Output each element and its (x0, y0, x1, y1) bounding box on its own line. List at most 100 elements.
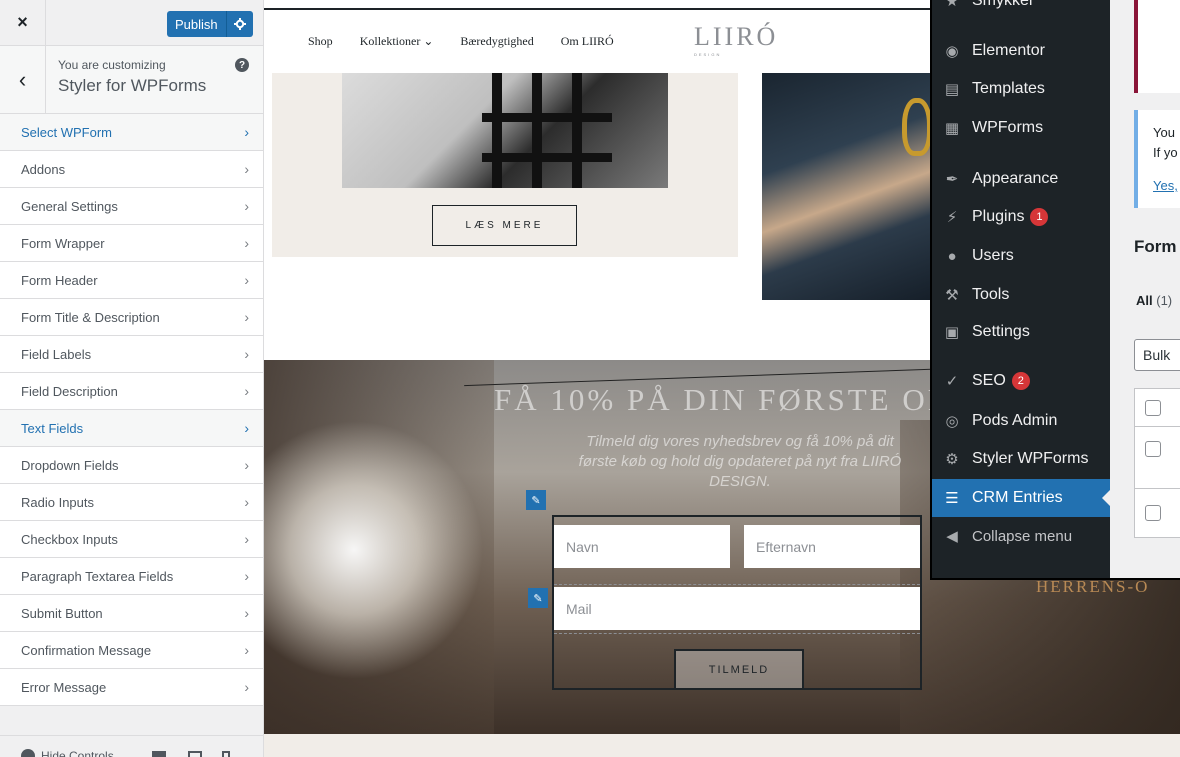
customizer-section-item[interactable]: Radio Inputs › (0, 484, 263, 521)
wrench-icon: ⚒ (945, 287, 959, 304)
hide-controls-icon[interactable] (21, 749, 35, 757)
wp-menu-label: Tools (972, 286, 1010, 303)
customizer-section-item[interactable]: Error Message › (0, 669, 263, 706)
customizer-section-label: Field Labels (21, 346, 92, 362)
nav-link[interactable]: Kollektioner ⌄ (360, 34, 434, 49)
customizer-header: × Publish (0, 0, 263, 46)
mobile-preview-icon[interactable] (221, 751, 230, 757)
wp-menu-item[interactable]: ☰ CRM Entries (932, 479, 1110, 517)
help-icon[interactable]: ? (235, 58, 249, 72)
customizer-section-item[interactable]: Form Title & Description › (0, 299, 263, 336)
wp-menu-item[interactable]: ▦ WPForms (932, 109, 1110, 147)
customizer-section-item[interactable]: Addons › (0, 151, 263, 188)
forms-heading: Form (1134, 237, 1177, 256)
customizer-section-item[interactable]: Dropdown Fields › (0, 447, 263, 484)
customizer-section-label: Form Header (21, 272, 98, 288)
chevron-right-icon: › (244, 124, 249, 140)
desktop-preview-icon[interactable] (151, 751, 166, 757)
bulk-actions-select[interactable]: Bulk (1134, 339, 1180, 371)
first-name-input[interactable]: Navn (554, 525, 730, 568)
select-all-checkbox[interactable] (1145, 400, 1161, 416)
all-filter-label: All (1136, 293, 1153, 308)
email-input[interactable]: Mail (554, 587, 920, 630)
chevron-right-icon: › (244, 642, 249, 658)
wp-menu-label: Settings (972, 323, 1030, 340)
folder-icon: ▤ (944, 81, 960, 98)
wp-menu-item[interactable]: ⚙ Styler WPForms (932, 440, 1110, 478)
promo-photo (342, 73, 668, 188)
row-checkbox[interactable] (1145, 441, 1161, 457)
paintbrush-icon: ✒ (945, 171, 959, 188)
wp-menu-item[interactable]: ▣ Settings (932, 313, 1110, 351)
edit-pencil-icon[interactable]: ✎ (528, 588, 548, 608)
publish-settings-gear-icon[interactable] (226, 11, 253, 37)
nav-link[interactable]: Om LIIRÓ (561, 34, 614, 49)
customizer-section-item[interactable]: Submit Button › (0, 595, 263, 632)
tablet-preview-icon[interactable] (187, 751, 202, 757)
current-item-arrow (1102, 490, 1110, 506)
customizer-section-item[interactable]: Form Header › (0, 262, 263, 299)
wp-menu-label: Users (972, 247, 1014, 264)
chevron-right-icon: › (244, 272, 249, 288)
chevron-right-icon: › (244, 420, 249, 436)
info-notice: You If yo Yes, (1134, 110, 1180, 208)
panel-title: Styler for WPForms (58, 76, 207, 95)
wp-menu-item[interactable]: ✓ SEO 2 (932, 362, 1110, 400)
publish-button[interactable]: Publish (167, 11, 227, 37)
hide-controls-button[interactable]: Hide Controls (41, 749, 114, 757)
field-divider (554, 584, 920, 585)
wp-menu-label: Styler WPForms (972, 450, 1089, 467)
settings-icon: ▣ (944, 324, 960, 341)
notice-yes-link[interactable]: Yes, (1153, 178, 1178, 193)
read-more-button[interactable]: LÆS MERE (432, 205, 577, 246)
photo-bar (532, 73, 542, 188)
wp-menu-item[interactable]: ⚒ Tools (932, 276, 1110, 314)
footer-checkbox[interactable] (1145, 505, 1161, 521)
wp-menu-item[interactable]: ◀ Collapse menu (932, 517, 1110, 555)
chevron-right-icon: › (244, 679, 249, 695)
edit-pencil-icon[interactable]: ✎ (526, 490, 546, 510)
customizer-section-item[interactable]: Field Labels › (0, 336, 263, 373)
wpforms-icon: ▦ (944, 120, 960, 137)
customizer-section-item[interactable]: Field Description › (0, 373, 263, 410)
customizer-section-item[interactable]: Select WPForm › (0, 114, 263, 151)
back-chevron-icon[interactable]: ‹ (0, 46, 46, 114)
chevron-right-icon: › (244, 161, 249, 177)
wp-menu-item[interactable]: ▤ Templates (932, 70, 1110, 108)
wp-menu-item[interactable]: ⚡ Plugins 1 (932, 198, 1110, 236)
customizer-section-item[interactable]: Confirmation Message › (0, 632, 263, 669)
nav-link[interactable]: Shop (308, 34, 333, 49)
update-count-badge: 2 (1011, 372, 1030, 390)
user-icon: ● (947, 247, 957, 265)
wp-menu-item[interactable]: ★ Smykker (932, 0, 1110, 20)
nav-link[interactable]: Bæredygtighed (460, 34, 533, 49)
notice-text-line1: You (1153, 125, 1175, 140)
wp-menu-item[interactable]: ◉ Elementor (932, 32, 1110, 70)
building-sign: HERRENS-O (1036, 577, 1150, 596)
wp-menu-item[interactable]: ● Users (932, 237, 1110, 275)
pods-icon: ◎ (945, 413, 959, 430)
wp-menu-label: CRM Entries (972, 489, 1063, 506)
wp-menu-label: Pods Admin (972, 412, 1058, 429)
customizer-section-item[interactable]: Paragraph Textarea Fields › (0, 558, 263, 595)
subscribe-button[interactable]: TILMELD (674, 649, 804, 690)
close-icon[interactable]: × (0, 0, 46, 46)
wp-menu-item[interactable]: ✒ Appearance (932, 160, 1110, 198)
logo-subtitle: DESIGN (694, 52, 722, 57)
wp-menu-label: Elementor (972, 42, 1045, 59)
photo-bar (572, 73, 582, 188)
site-logo[interactable]: LIIRÓ DESIGN (694, 22, 775, 66)
customizer-section-item[interactable]: Form Wrapper › (0, 225, 263, 262)
forms-table (1134, 388, 1180, 538)
customizer-section-label: Form Wrapper (21, 235, 105, 251)
wp-menu-item[interactable]: ◎ Pods Admin (932, 402, 1110, 440)
newsletter-form: Navn Efternavn Mail TILMELD (552, 515, 922, 690)
last-name-input[interactable]: Efternavn (744, 525, 920, 568)
customizing-label: You are customizing (58, 58, 166, 72)
wp-admin-menu: ★ Smykker ◉ Elementor ▤ Templates ▦ WPForms ✒ App… (930, 0, 1110, 580)
customizer-section-item[interactable]: General Settings › (0, 188, 263, 225)
chevron-right-icon: › (244, 309, 249, 325)
all-filter-link[interactable]: All (1) (1136, 293, 1172, 308)
customizer-section-item[interactable]: Text Fields › (0, 410, 263, 447)
customizer-section-item[interactable]: Checkbox Inputs › (0, 521, 263, 558)
